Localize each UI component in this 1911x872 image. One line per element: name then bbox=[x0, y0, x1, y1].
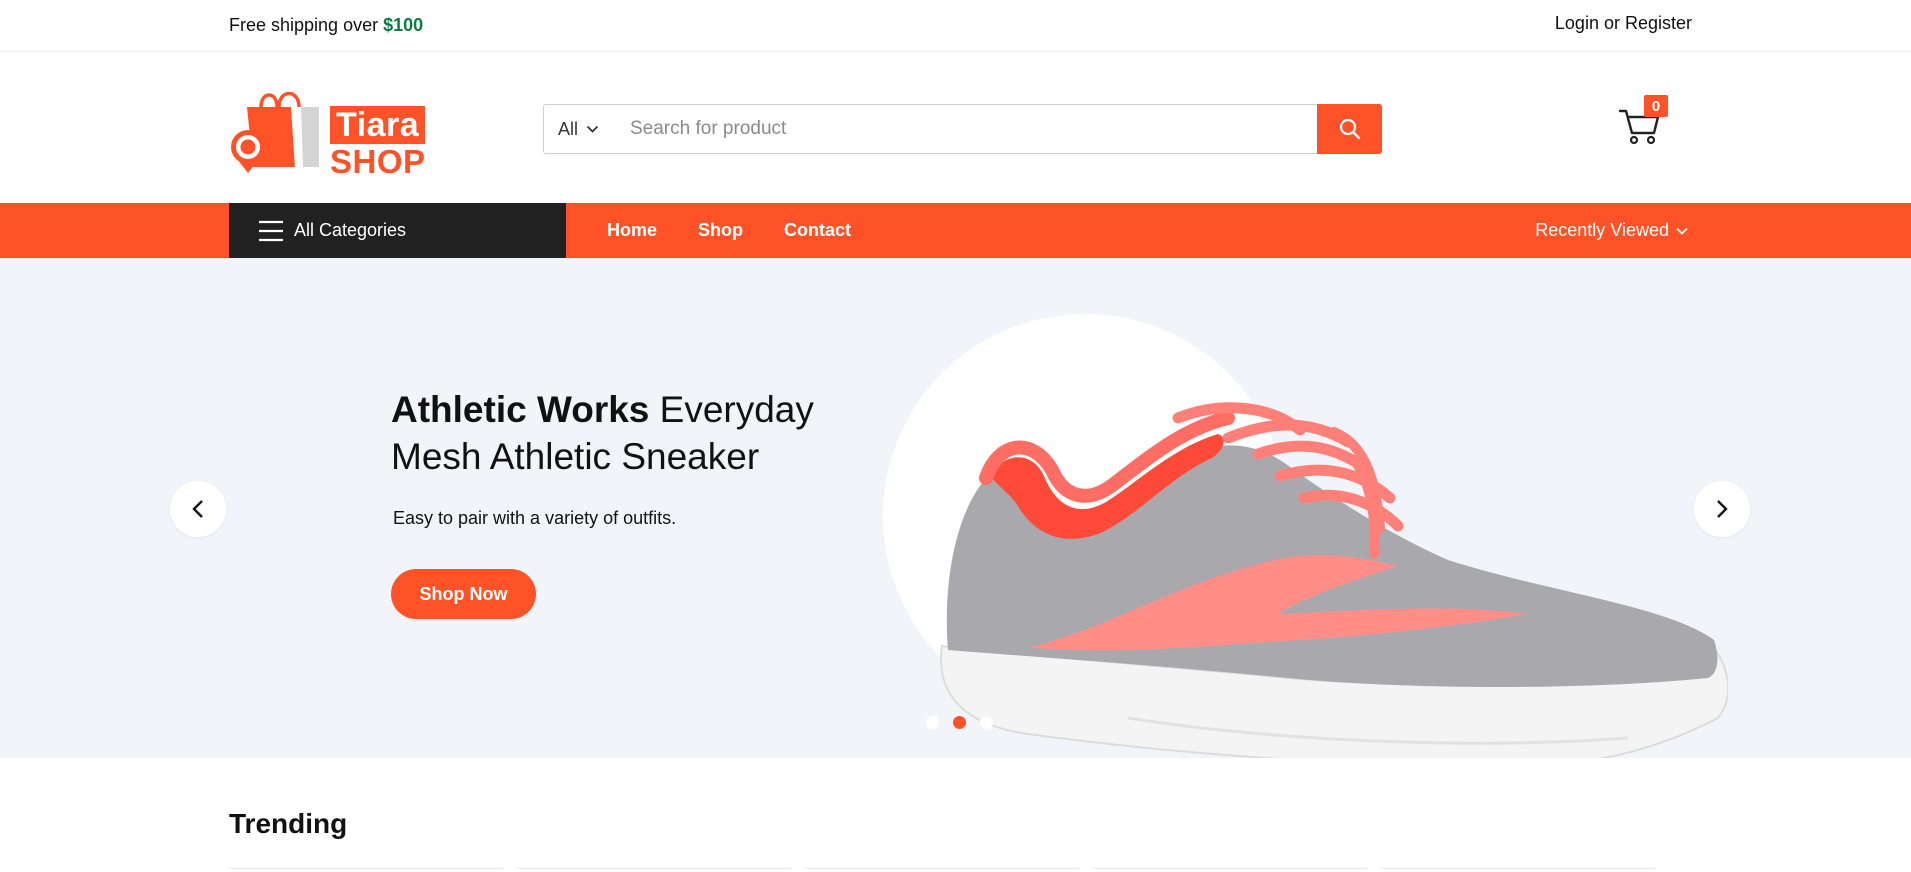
hero-title: Athletic Works Everyday Mesh Athletic Sn… bbox=[391, 386, 861, 480]
recently-viewed-dropdown[interactable]: Recently Viewed bbox=[1535, 203, 1688, 258]
site-header: Tiara SHOP All 0 bbox=[0, 53, 1911, 203]
shipping-prefix: Free shipping over bbox=[229, 15, 384, 35]
hero-subtitle: Easy to pair with a variety of outfits. bbox=[393, 508, 677, 528]
trending-products-row bbox=[229, 868, 1696, 872]
shopping-bag-logo-icon bbox=[231, 91, 319, 173]
slider-next-button[interactable] bbox=[1694, 481, 1750, 537]
chevron-down-icon bbox=[1676, 227, 1688, 235]
all-categories-button[interactable]: All Categories bbox=[229, 203, 566, 258]
logo-wordmark: Tiara SHOP bbox=[330, 106, 438, 179]
free-shipping-notice: Free shipping over $100 bbox=[229, 15, 423, 36]
register-link[interactable]: Register bbox=[1625, 13, 1692, 33]
chevron-down-icon bbox=[586, 125, 599, 133]
search-category-value: All bbox=[558, 118, 579, 139]
hamburger-icon bbox=[259, 220, 283, 241]
search-category-select[interactable]: All bbox=[544, 105, 614, 153]
sneaker-product-image bbox=[940, 402, 1728, 758]
cart-button[interactable]: 0 bbox=[1618, 95, 1672, 147]
logo-line-1: Tiara bbox=[330, 106, 426, 144]
main-nav: All Categories Home Shop Contact Recentl… bbox=[0, 203, 1911, 258]
search-icon bbox=[1339, 118, 1360, 140]
nav-links: Home Shop Contact bbox=[607, 203, 892, 258]
logo-line-2: SHOP bbox=[330, 143, 426, 180]
slider-dot-1[interactable] bbox=[926, 716, 939, 729]
login-link[interactable]: Login bbox=[1555, 13, 1599, 33]
slider-pagination bbox=[926, 716, 1007, 729]
cart-count-badge: 0 bbox=[1644, 95, 1668, 117]
chevron-left-icon bbox=[192, 500, 203, 518]
auth-separator: or bbox=[1598, 13, 1625, 33]
all-categories-label: All Categories bbox=[294, 220, 407, 240]
slider-dot-3[interactable] bbox=[980, 716, 993, 729]
nav-contact-link[interactable]: Contact bbox=[784, 220, 851, 241]
slider-prev-button[interactable] bbox=[170, 481, 226, 537]
slider-dot-2[interactable] bbox=[953, 716, 966, 729]
product-card[interactable] bbox=[229, 868, 503, 872]
shipping-amount: $100 bbox=[383, 15, 424, 35]
search-input[interactable] bbox=[630, 105, 1250, 153]
nav-shop-link[interactable]: Shop bbox=[698, 220, 743, 241]
recently-viewed-label: Recently Viewed bbox=[1535, 220, 1669, 240]
auth-links: Login or Register bbox=[1555, 13, 1692, 34]
site-logo[interactable]: Tiara SHOP bbox=[229, 85, 439, 179]
chevron-right-icon bbox=[1717, 500, 1728, 518]
hero-slider: Athletic Works Everyday Mesh Athletic Sn… bbox=[0, 258, 1911, 758]
hero-title-brand: Athletic Works bbox=[391, 389, 650, 430]
shop-now-button[interactable]: Shop Now bbox=[391, 569, 536, 619]
product-card[interactable] bbox=[517, 868, 791, 872]
product-card[interactable] bbox=[805, 868, 1079, 872]
top-bar: Free shipping over $100 Login or Registe… bbox=[0, 0, 1911, 52]
search-bar: All bbox=[543, 104, 1382, 154]
product-card[interactable] bbox=[1381, 868, 1655, 872]
trending-heading: Trending bbox=[229, 808, 348, 839]
search-button[interactable] bbox=[1317, 104, 1382, 154]
nav-home-link[interactable]: Home bbox=[607, 220, 657, 241]
product-card[interactable] bbox=[1093, 868, 1367, 872]
